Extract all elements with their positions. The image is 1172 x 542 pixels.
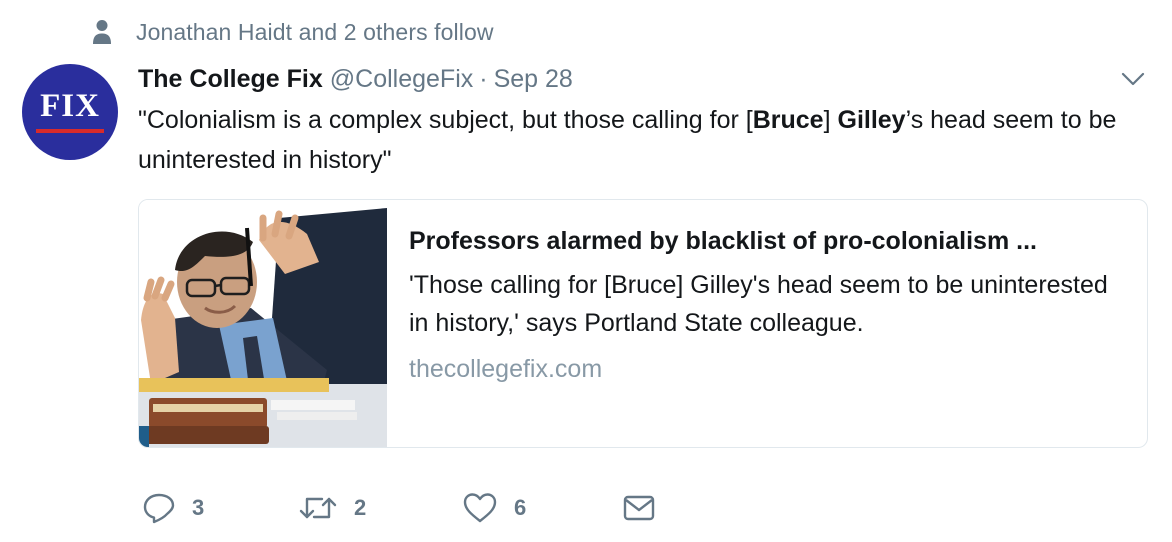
direct-message-button[interactable]: [622, 488, 656, 528]
tweet-timestamp[interactable]: Sep 28: [494, 65, 573, 94]
tweet-text-part: "Colonialism is a complex subject, but t…: [138, 106, 753, 134]
card-description: 'Those calling for [Bruce] Gilley's head…: [409, 271, 1108, 337]
tweet-menu-button[interactable]: [1120, 66, 1146, 92]
card-title[interactable]: Professors alarmed by blacklist of pro-c…: [409, 222, 1129, 260]
reply-count: 3: [192, 495, 205, 520]
tweet-text-bold-bruce: Bruce: [752, 106, 824, 134]
tweet-text: "Colonialism is a complex subject, but t…: [138, 100, 1138, 180]
card-body: Professors alarmed by blacklist of pro-c…: [409, 222, 1129, 388]
tweet-text-part: ]: [823, 106, 838, 134]
like-count: 6: [514, 495, 527, 520]
user-handle[interactable]: @CollegeFix: [330, 65, 473, 94]
reply-button[interactable]: 3: [142, 488, 204, 528]
avatar-logo-stripe: [36, 129, 104, 133]
avatar-logo-text: FIX: [40, 88, 100, 124]
card-domain: thecollegefix.com: [409, 355, 603, 383]
retweet-count: 2: [354, 495, 367, 520]
social-context-text[interactable]: Jonathan Haidt and 2 others follow: [136, 19, 494, 46]
display-name[interactable]: The College Fix: [138, 65, 323, 94]
tweet-text-bold-gilley: Gilley: [837, 106, 906, 134]
avatar[interactable]: FIX: [22, 64, 118, 160]
person-icon: [90, 18, 114, 46]
social-context: Jonathan Haidt and 2 others follow: [90, 16, 494, 48]
heart-icon: [463, 493, 497, 523]
retweet-icon: [299, 497, 337, 519]
like-button[interactable]: 6: [462, 488, 526, 528]
tweet-header: The College Fix @CollegeFix · Sep 28: [138, 60, 573, 98]
reply-icon: [143, 493, 175, 524]
card-thumbnail[interactable]: [139, 200, 387, 447]
link-card[interactable]: Professors alarmed by blacklist of pro-c…: [138, 199, 1148, 448]
header-separator: ·: [479, 64, 488, 93]
chevron-down-icon: [1121, 72, 1145, 86]
envelope-icon: [623, 495, 655, 521]
retweet-button[interactable]: 2: [298, 488, 366, 528]
